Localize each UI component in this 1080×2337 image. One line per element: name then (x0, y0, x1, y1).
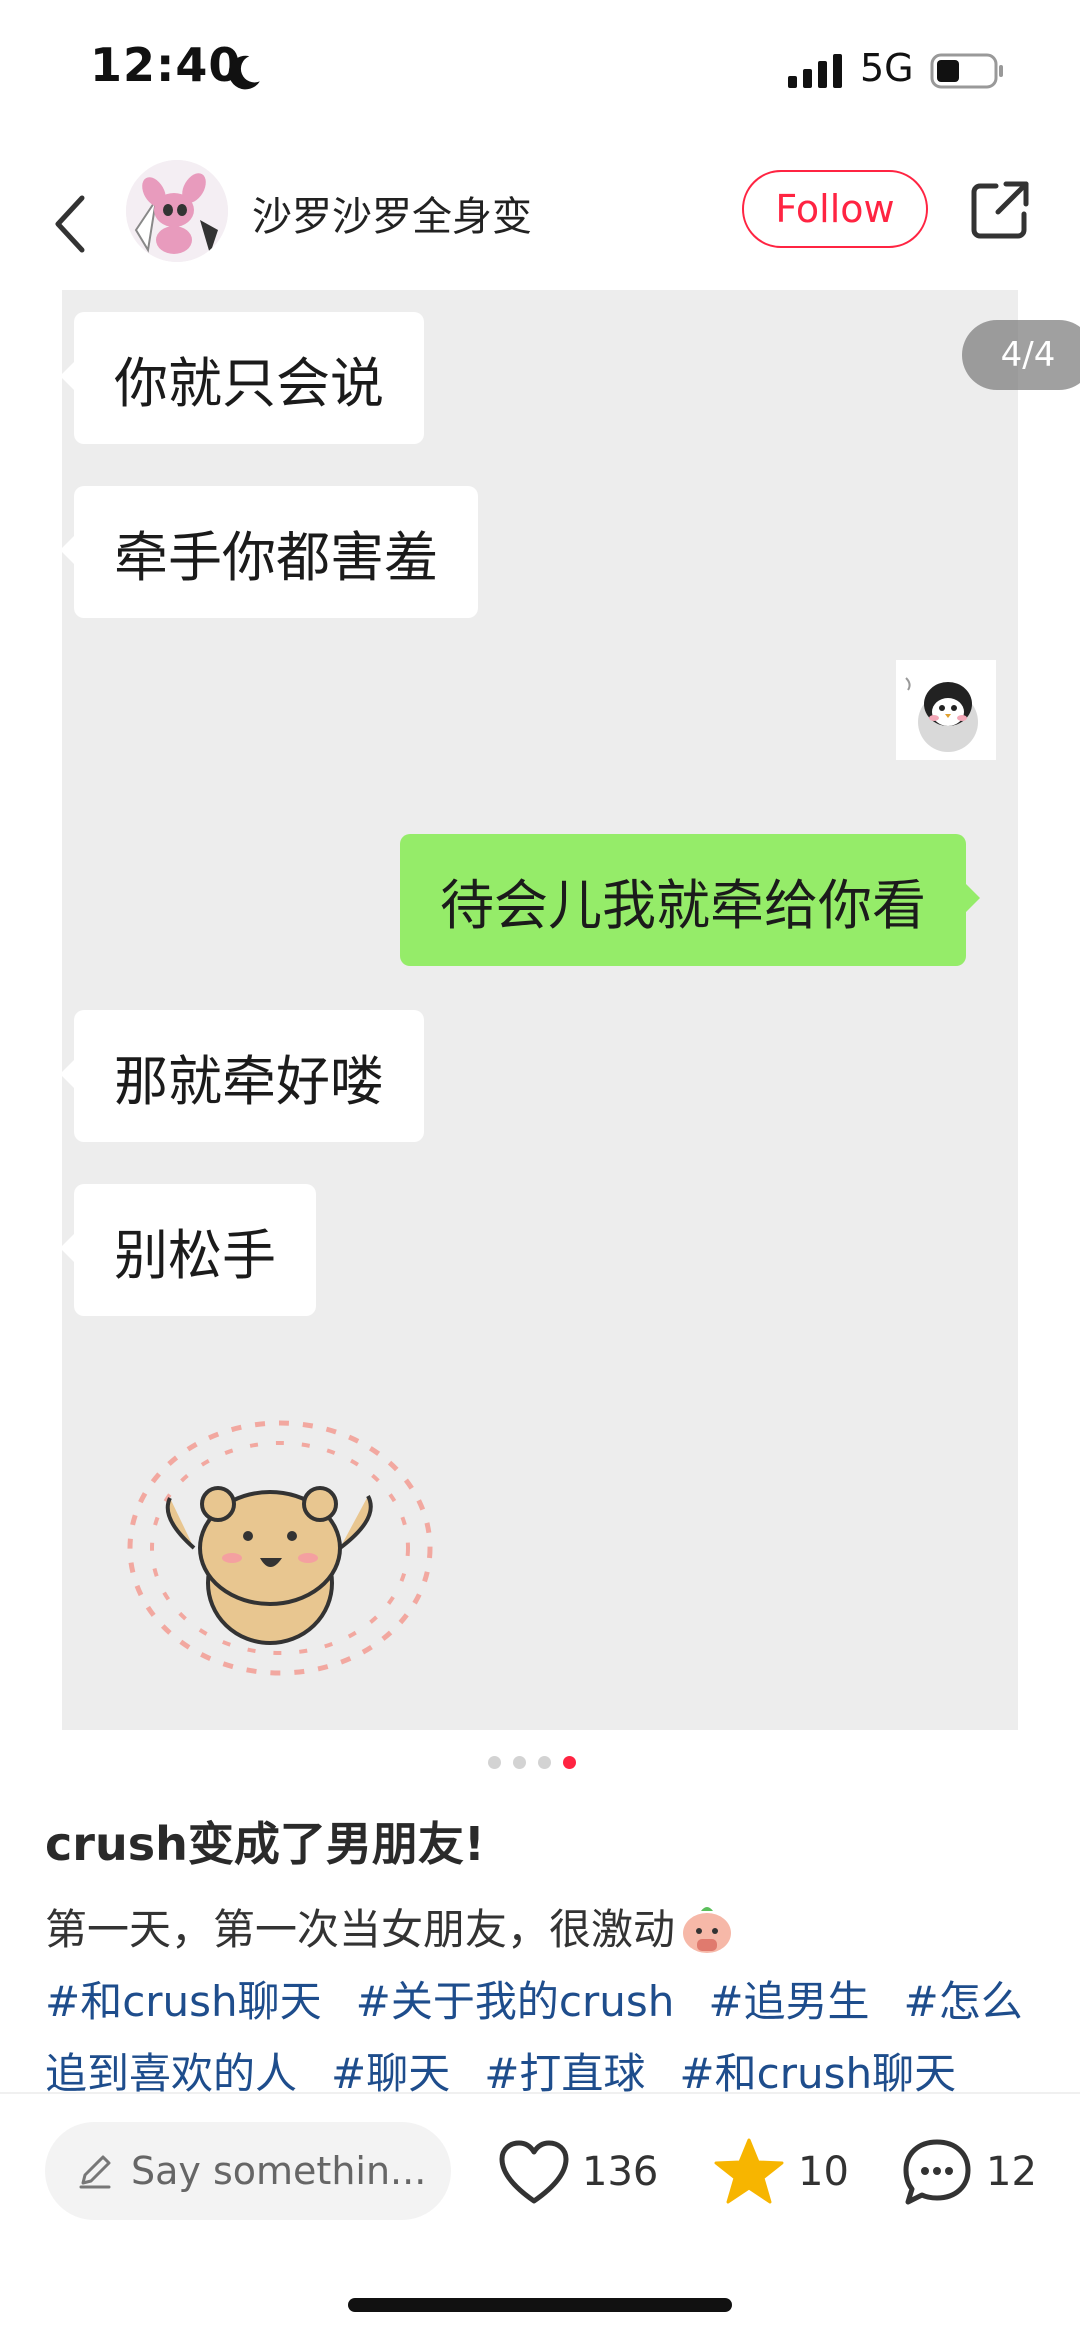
emoji-icon (683, 1906, 732, 1953)
penguin-icon (896, 660, 996, 760)
chat-bubble-icon (903, 2139, 971, 2205)
back-button[interactable] (40, 182, 100, 266)
post-image[interactable]: 你就只会说 牵手你都害羞 待会儿我就牵给你看 那就牵好喽 别松手 (62, 290, 1018, 1730)
penguin-avatar (896, 660, 996, 760)
hashtag-link[interactable]: #追男生 (708, 1977, 869, 2026)
bear-sticker (127, 1420, 433, 1676)
hashtag-link[interactable]: #和crush聊天 (45, 1977, 322, 2026)
chevron-left-icon (55, 195, 85, 253)
avatar[interactable] (126, 160, 228, 262)
status-time: 12:40 (90, 38, 242, 92)
star-icon (714, 2138, 784, 2204)
carousel-dot (538, 1756, 551, 1769)
avatar-image (126, 160, 228, 262)
like-button[interactable]: 136 (498, 2130, 658, 2214)
collect-count: 10 (798, 2149, 849, 2195)
comment-placeholder: Say somethin... (131, 2149, 427, 2193)
share-icon[interactable] (968, 178, 1032, 242)
comment-button[interactable]: 12 (900, 2130, 1037, 2214)
network-label: 5G (860, 46, 914, 90)
hashtag-link[interactable]: #和crush聊天 (679, 2049, 956, 2098)
signal-icon (788, 54, 842, 88)
comment-count: 12 (986, 2149, 1037, 2195)
pencil-icon (79, 2155, 111, 2189)
comment-input[interactable]: Say somethin... (45, 2122, 451, 2220)
follow-button[interactable]: Follow (742, 170, 928, 248)
chat-bubble-left: 你就只会说 (62, 312, 424, 444)
carousel-dots (488, 1756, 576, 1769)
tag-list: #和crush聊天 #关于我的crush #追男生 #怎么追到喜欢的人 #聊天 #打直球 #… (45, 1966, 1045, 2110)
post-title: crush变成了男朋友! (45, 1817, 485, 1871)
hashtag-link[interactable]: #关于我的crush (356, 1977, 675, 2026)
heart-icon (499, 2140, 569, 2204)
page-indicator-badge: 4/4 (962, 320, 1080, 390)
hashtag-link[interactable]: #打直球 (484, 2049, 645, 2098)
hashtag-link[interactable]: #聊天 (331, 2049, 450, 2098)
like-count: 136 (582, 2149, 659, 2195)
bottom-divider (0, 2092, 1080, 2094)
author-name[interactable]: 沙罗沙罗全身变 (252, 184, 532, 242)
chat-bubble-left: 牵手你都害羞 (62, 486, 478, 618)
carousel-dot-active (563, 1756, 576, 1769)
post-body-text: 第一天，第一次当女朋友，很激动 (45, 1905, 676, 1954)
battery-icon (930, 53, 1003, 89)
moon-icon (228, 55, 260, 90)
carousel-dot (488, 1756, 501, 1769)
chat-bubble-left: 那就牵好喽 (62, 1010, 424, 1142)
post-body: 第一天，第一次当女朋友，很激动 (45, 1896, 735, 1957)
status-bar: 12:40 5G (0, 0, 1080, 140)
collect-button[interactable]: 10 (712, 2130, 849, 2214)
chat-bubble-left: 别松手 (62, 1184, 316, 1316)
chat-bubble-right: 待会儿我就牵给你看 (400, 834, 980, 966)
home-indicator (348, 2298, 732, 2312)
carousel-dot (513, 1756, 526, 1769)
